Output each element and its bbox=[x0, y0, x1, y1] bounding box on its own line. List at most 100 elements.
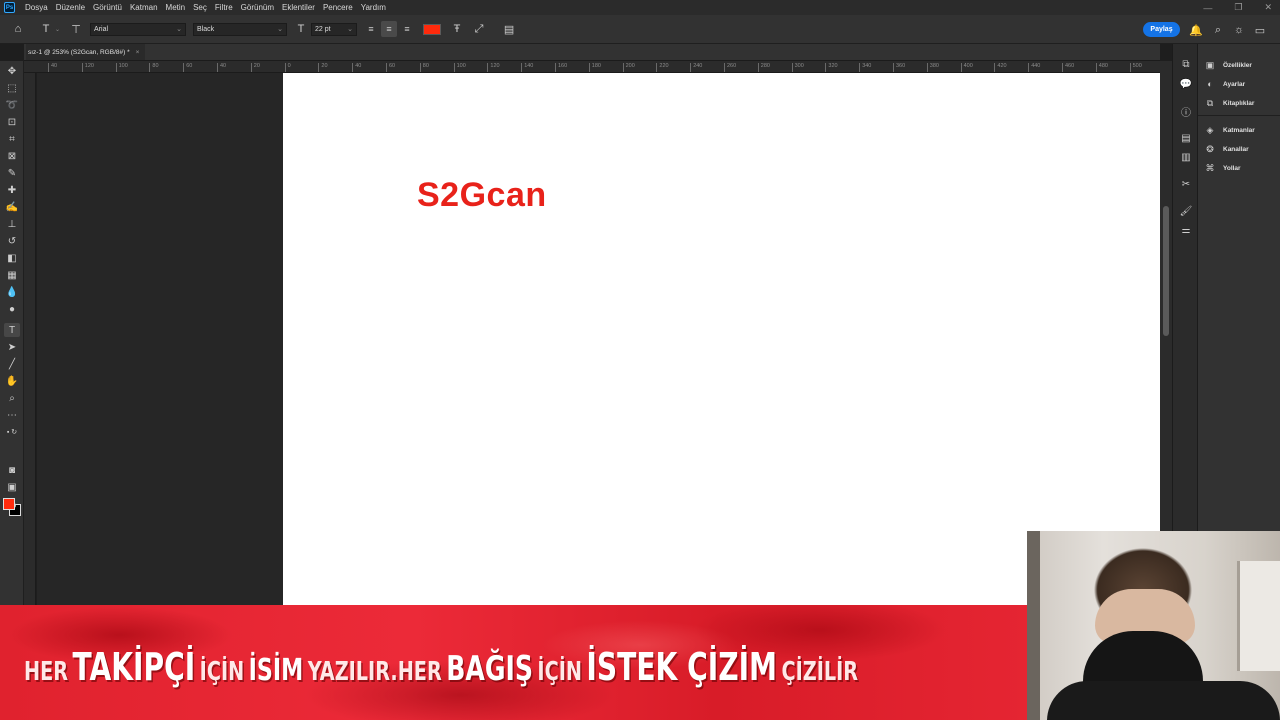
blur-tool-icon[interactable]: 💧 bbox=[4, 285, 20, 299]
align-center-icon[interactable]: ≡ bbox=[381, 21, 398, 37]
menu-file[interactable]: Dosya bbox=[21, 3, 52, 12]
close-tab-icon[interactable]: × bbox=[136, 49, 140, 56]
scrollbar-thumb[interactable] bbox=[1163, 206, 1169, 336]
share-button[interactable]: Paylaş bbox=[1143, 22, 1180, 37]
line-tool-icon[interactable]: ╱ bbox=[4, 357, 20, 371]
menu-image[interactable]: Görüntü bbox=[89, 3, 126, 12]
font-style-select[interactable]: Black ⌄ bbox=[193, 22, 288, 36]
panel-layers[interactable]: ◈ Katmanlar bbox=[1204, 123, 1255, 137]
ruler-tick-label: 220 bbox=[656, 63, 669, 72]
menu-window[interactable]: Pencere bbox=[319, 3, 357, 12]
panel-properties[interactable]: ▣ Özellikler bbox=[1204, 58, 1252, 72]
home-icon[interactable]: ⌂ bbox=[10, 21, 26, 37]
panel-libraries[interactable]: ⧉ Kitaplıklar bbox=[1204, 96, 1255, 110]
warp-text-icon[interactable]: Ŧ bbox=[449, 21, 465, 37]
notifications-icon[interactable]: 🔔 bbox=[1187, 21, 1205, 39]
search-icon[interactable]: ⌕ bbox=[1209, 21, 1227, 39]
character-icon[interactable]: ▤ bbox=[1178, 131, 1194, 145]
ruler-tick-label: 280 bbox=[757, 63, 770, 72]
eraser-tool-icon[interactable]: ◧ bbox=[4, 251, 20, 265]
history-icon[interactable]: ⧉ bbox=[1178, 57, 1194, 71]
menu-help[interactable]: Yardım bbox=[357, 3, 390, 12]
lasso-tool-icon[interactable]: ➰ bbox=[4, 98, 20, 112]
path-selection-tool-icon[interactable]: ➤ bbox=[4, 340, 20, 354]
hand-tool-icon[interactable]: ✋ bbox=[4, 374, 20, 388]
photoshop-logo-icon[interactable]: Ps bbox=[4, 2, 15, 13]
menu-layer[interactable]: Katman bbox=[126, 3, 162, 12]
color-picker[interactable] bbox=[3, 498, 23, 518]
brush-tool-icon[interactable]: ✍ bbox=[4, 200, 20, 214]
brushes-icon[interactable]: 🖌 bbox=[1178, 204, 1194, 218]
quick-mask-icon[interactable]: ◙ bbox=[4, 463, 20, 477]
ruler-tick-label: 420 bbox=[994, 63, 1007, 72]
menu-type[interactable]: Metin bbox=[162, 3, 190, 12]
ruler-tick-label: 40 bbox=[352, 63, 361, 72]
comments-icon[interactable]: 💬 bbox=[1178, 77, 1194, 91]
menu-edit[interactable]: Düzenle bbox=[52, 3, 89, 12]
zoom-tool-icon[interactable]: ⌕ bbox=[4, 391, 20, 405]
type-tool-preset-icon[interactable]: T bbox=[38, 21, 54, 37]
close-icon[interactable]: ✕ bbox=[1264, 2, 1272, 13]
panel-label: Kanallar bbox=[1223, 145, 1249, 153]
menu-select[interactable]: Seç bbox=[189, 3, 211, 12]
eyedropper-tool-icon[interactable]: ✎ bbox=[4, 166, 20, 180]
panel-label: Kitaplıklar bbox=[1223, 99, 1255, 107]
banner-word: YAZILIR.HER bbox=[307, 657, 442, 687]
canvas-text-layer[interactable]: S2Gcan bbox=[417, 176, 547, 215]
frame-tool-icon[interactable]: ⊠ bbox=[4, 149, 20, 163]
ruler-tick-label: 380 bbox=[926, 63, 939, 72]
object-selection-tool-icon[interactable]: ⊡ bbox=[4, 115, 20, 129]
character-panel-icon[interactable]: ▤ bbox=[501, 21, 517, 37]
ruler-tick-label: 180 bbox=[588, 63, 601, 72]
3d-text-icon[interactable]: ⤢ bbox=[471, 21, 487, 37]
crop-tool-icon[interactable]: ⌗ bbox=[4, 132, 20, 146]
marquee-tool-icon[interactable]: ⬚ bbox=[4, 81, 20, 95]
align-right-icon[interactable]: ≡ bbox=[399, 21, 415, 37]
history-brush-tool-icon[interactable]: ↺ bbox=[4, 234, 20, 248]
menu-filter[interactable]: Filtre bbox=[211, 3, 237, 12]
default-colors-icon[interactable]: ▪ ↻ bbox=[4, 425, 20, 439]
font-family-select[interactable]: Arial ⌄ bbox=[90, 22, 187, 36]
adjustment-sliders-icon[interactable]: ⚌ bbox=[1178, 223, 1194, 237]
chevron-down-icon: ⌄ bbox=[176, 26, 183, 33]
vertical-scrollbar[interactable] bbox=[1160, 61, 1172, 605]
gradient-tool-icon[interactable]: ▦ bbox=[4, 268, 20, 282]
minimize-icon[interactable]: — bbox=[1203, 3, 1212, 13]
dodge-tool-icon[interactable]: ● bbox=[4, 302, 20, 316]
panel-paths[interactable]: ⌘ Yollar bbox=[1204, 161, 1241, 175]
panel-divider bbox=[1198, 115, 1280, 116]
chevron-down-icon: ⌄ bbox=[277, 26, 284, 33]
text-orientation-icon[interactable]: ⊤ bbox=[68, 21, 84, 37]
paragraph-icon[interactable]: ▥ bbox=[1178, 150, 1194, 164]
ruler-tick-label: 500 bbox=[1129, 63, 1142, 72]
tools-presets-icon[interactable]: ✂ bbox=[1178, 177, 1194, 191]
clone-stamp-tool-icon[interactable]: ⊥ bbox=[4, 217, 20, 231]
tools-panel: ✥ ⬚ ➰ ⊡ ⌗ ⊠ ✎ ✚ ✍ ⊥ ↺ ◧ ▦ 💧 ● ✒ T ➤ ╱ ✋ … bbox=[0, 61, 24, 605]
text-color-swatch[interactable] bbox=[423, 23, 442, 35]
document-canvas[interactable]: S2Gcan bbox=[283, 73, 1160, 605]
panel-channels[interactable]: ❂ Kanallar bbox=[1204, 142, 1249, 156]
move-tool-icon[interactable]: ✥ bbox=[4, 64, 20, 78]
menu-plugins[interactable]: Eklentiler bbox=[278, 3, 319, 12]
healing-brush-tool-icon[interactable]: ✚ bbox=[4, 183, 20, 197]
discover-icon[interactable]: ☼ bbox=[1230, 21, 1248, 39]
align-left-icon[interactable]: ≡ bbox=[363, 21, 379, 37]
more-tools-icon[interactable]: ⋯ bbox=[4, 408, 20, 422]
document-tab[interactable]: sız-1 @ 253% (S2Gcan, RGB/8#) * × bbox=[26, 44, 146, 60]
restore-icon[interactable]: ❐ bbox=[1234, 2, 1242, 13]
screen-mode-icon[interactable]: ▣ bbox=[4, 480, 20, 494]
workspace-icon[interactable]: ▭ bbox=[1251, 21, 1269, 39]
ruler-tick-label: 100 bbox=[115, 63, 128, 72]
panel-adjustments[interactable]: ◐ Ayarlar bbox=[1204, 77, 1245, 91]
webcam-feed bbox=[1027, 531, 1280, 720]
chevron-down-icon[interactable]: ⌄ bbox=[55, 26, 60, 33]
info-icon[interactable]: ⓘ bbox=[1178, 104, 1194, 119]
menu-view[interactable]: Görünüm bbox=[237, 3, 278, 12]
foreground-color-swatch[interactable] bbox=[3, 498, 15, 510]
panels-dock: ▣ Özellikler ◐ Ayarlar ⧉ Kitaplıklar ◈ K… bbox=[1198, 44, 1280, 605]
font-size-select[interactable]: 22 pt ⌄ bbox=[311, 22, 358, 36]
streamer-body bbox=[1047, 681, 1280, 720]
banner-word: TAKİPÇİ bbox=[72, 645, 196, 689]
type-tool-icon[interactable]: T bbox=[4, 323, 20, 337]
ruler-tick-label: 260 bbox=[724, 63, 736, 72]
